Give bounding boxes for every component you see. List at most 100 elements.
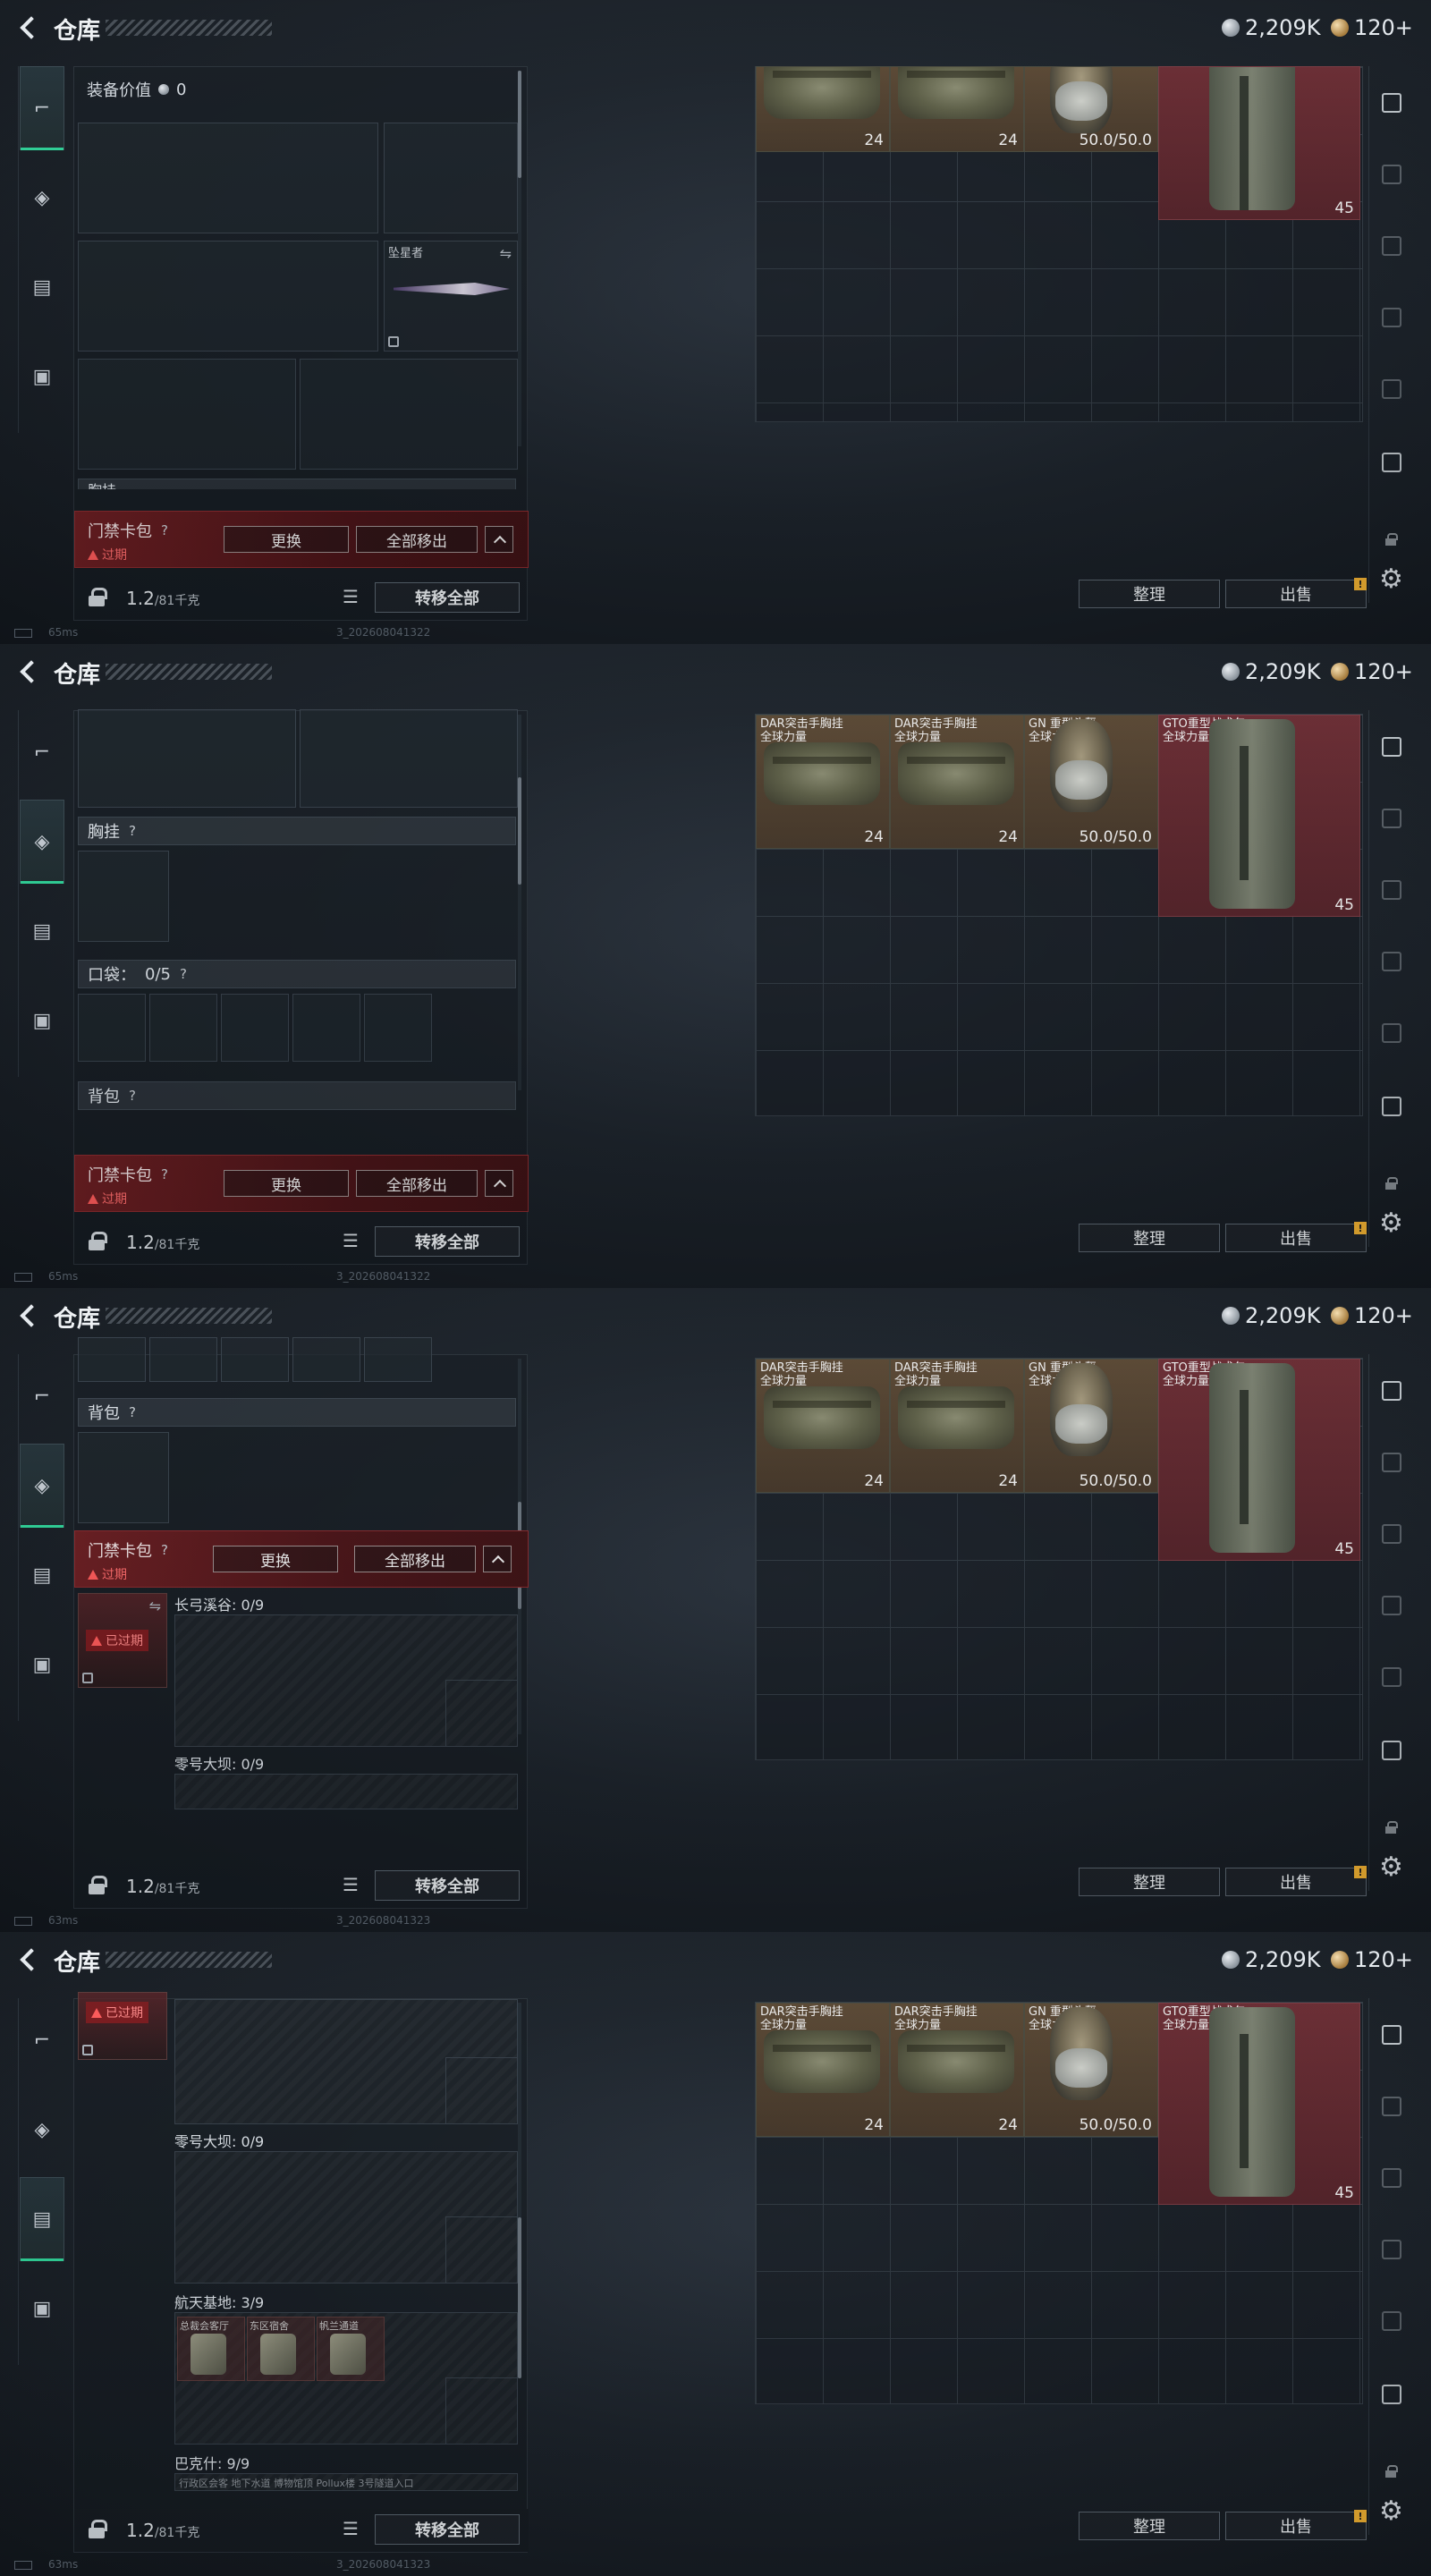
stash-item-helmet[interactable]: GN 重型头盔全球力量 50.0/50.0 — [1024, 2003, 1158, 2137]
silver-currency[interactable]: 2,209K — [1222, 1301, 1320, 1331]
stash-grid[interactable]: DAR突击手胸挂全球力量 24 DAR突击手胸挂全球力量 24 GN 重型头盔全… — [755, 2002, 1363, 2404]
padlock-icon[interactable] — [89, 2520, 107, 2538]
stash-item-backpack[interactable]: GTO重型战术包 全球力量 45 — [1158, 2003, 1360, 2205]
remove-all-button[interactable]: 全部移出 — [354, 1546, 476, 1572]
tab-keycards[interactable]: ▤ — [20, 2177, 64, 2261]
pocket-slot[interactable] — [364, 994, 432, 1062]
loadout-scrollbar[interactable] — [518, 2003, 521, 2378]
help-icon[interactable]: ? — [129, 1088, 136, 1104]
keycard-container[interactable] — [174, 1774, 518, 1809]
keycard-container[interactable]: 行政区会客 地下水道 博物馆顶 Pollux楼 3号隧道入口 — [174, 2473, 518, 2491]
tab-weapons[interactable]: ⌐ — [20, 66, 64, 150]
stash-item-chest-rig[interactable]: DAR突击手胸挂 全球力量 24 — [756, 2003, 890, 2137]
container-corner-slot[interactable] — [445, 2216, 517, 2283]
stash-page-icon[interactable] — [1376, 2020, 1407, 2050]
tab-keycards[interactable]: ▤ — [20, 245, 64, 329]
container-corner-slot[interactable] — [445, 1680, 517, 1746]
keycard-item[interactable]: 帆兰通道 — [317, 2317, 385, 2381]
transfer-all-button[interactable]: 转移全部 — [375, 582, 520, 613]
stash-item-chest-rig[interactable]: DAR突击手胸挂 全球力量 24 — [890, 715, 1024, 849]
stash-page-icon[interactable] — [1376, 1447, 1407, 1478]
stash-page-icon[interactable] — [1376, 88, 1407, 118]
silver-currency[interactable]: 2,209K — [1222, 1945, 1320, 1975]
silver-currency[interactable]: 2,209K — [1222, 13, 1320, 43]
tab-keycards[interactable]: ▤ — [20, 1533, 64, 1617]
transfer-all-button[interactable]: 转移全部 — [375, 1226, 520, 1257]
replace-button[interactable]: 更换 — [213, 1546, 338, 1572]
pocket-slot[interactable] — [149, 994, 217, 1062]
keycard-item[interactable]: 总裁会客厅 — [177, 2317, 245, 2381]
help-icon[interactable]: ? — [161, 1542, 168, 1558]
gold-currency[interactable]: 120+ — [1331, 13, 1413, 43]
padlock-icon[interactable] — [89, 1876, 107, 1894]
keycard-container[interactable] — [174, 2151, 518, 2284]
replace-button[interactable]: 更换 — [224, 1170, 349, 1197]
container-corner-slot[interactable] — [445, 2057, 517, 2123]
tab-weapons[interactable]: ⌐ — [20, 1354, 64, 1438]
armor-slot[interactable] — [300, 709, 518, 808]
stash-page-icon[interactable] — [1376, 374, 1407, 404]
stash-page-icon[interactable] — [1376, 946, 1407, 977]
stash-item-chest-rig[interactable]: 24 — [756, 66, 890, 152]
sell-button[interactable]: 出售 — [1225, 2512, 1367, 2540]
stash-page-icon[interactable] — [1376, 231, 1407, 261]
gold-currency[interactable]: 120+ — [1331, 657, 1413, 687]
stash-page-icon[interactable] — [1376, 1018, 1407, 1048]
loadout-scrollbar[interactable] — [518, 715, 521, 1090]
pocket-slot[interactable] — [221, 994, 289, 1062]
stash-item-helmet[interactable]: GN 重型头盔全球力量 50.0/50.0 — [1024, 1359, 1158, 1493]
armor-slot[interactable] — [300, 359, 518, 470]
keycard-case[interactable]: 已过期 — [78, 1992, 167, 2060]
tab-cases[interactable]: ▣ — [20, 2267, 64, 2351]
stash-page-icon[interactable] — [1376, 2163, 1407, 2193]
sell-button[interactable]: 出售 — [1225, 580, 1367, 608]
tab-cases[interactable]: ▣ — [20, 1623, 64, 1707]
keycard-item[interactable]: 东区宿舍 — [247, 2317, 315, 2381]
stash-item-chest-rig[interactable]: 24 — [890, 66, 1024, 152]
tab-weapons[interactable]: ⌐ — [20, 710, 64, 794]
sell-button[interactable]: 出售 — [1225, 1868, 1367, 1896]
silver-currency[interactable]: 2,209K — [1222, 657, 1320, 687]
scroll-thumb[interactable] — [518, 777, 521, 885]
helmet-slot[interactable] — [78, 709, 296, 808]
back-button[interactable] — [13, 1301, 45, 1333]
melee-slot[interactable]: 坠星者 ⇋ — [384, 241, 518, 352]
list-icon[interactable] — [339, 586, 364, 611]
pocket-slot[interactable] — [292, 1337, 360, 1382]
stash-page-icon[interactable] — [1376, 803, 1407, 834]
stash-item-chest-rig[interactable]: DAR突击手胸挂 全球力量 24 — [756, 1359, 890, 1493]
stash-page-icon[interactable] — [1376, 447, 1407, 478]
help-icon[interactable]: ? — [129, 823, 136, 839]
collapse-button[interactable] — [483, 1546, 512, 1572]
stash-page-icon[interactable] — [1376, 2379, 1407, 2410]
pocket-slot[interactable] — [364, 1337, 432, 1382]
collapse-button[interactable] — [485, 1170, 513, 1197]
pocket-slot[interactable] — [221, 1337, 289, 1382]
stash-page-icon[interactable] — [1376, 1091, 1407, 1122]
stash-item-chest-rig[interactable]: DAR突击手胸挂 全球力量 24 — [890, 2003, 1024, 2137]
list-icon[interactable] — [339, 1874, 364, 1899]
padlock-icon[interactable] — [89, 588, 107, 606]
swap-icon[interactable]: ⇋ — [500, 245, 512, 262]
scroll-thumb[interactable] — [518, 2217, 521, 2378]
stash-grid[interactable]: 24 24 50.0/50.0 45 — [755, 66, 1363, 422]
stash-page-icon[interactable] — [1376, 1519, 1407, 1549]
stash-grid[interactable]: DAR突击手胸挂全球力量 24 DAR突击手胸挂全球力量 24 GN 重型头盔全… — [755, 714, 1363, 1116]
pocket-slot[interactable] — [78, 994, 146, 1062]
back-button[interactable] — [13, 13, 45, 45]
keycard-container[interactable]: 总裁会客厅 东区宿舍 帆兰通道 — [174, 2312, 518, 2445]
list-icon[interactable] — [339, 2518, 364, 2543]
help-icon[interactable]: ? — [180, 966, 187, 982]
sell-button[interactable]: 出售 — [1225, 1224, 1367, 1252]
help-icon[interactable]: ? — [161, 1166, 168, 1182]
help-icon[interactable]: ? — [161, 522, 168, 538]
sidearm-slot[interactable] — [384, 123, 518, 233]
keycard-container[interactable] — [174, 1614, 518, 1747]
stash-item-backpack[interactable]: GTO重型战术包 全球力量 45 — [1158, 715, 1360, 917]
stash-item-chest-rig[interactable]: DAR突击手胸挂 全球力量 24 — [756, 715, 890, 849]
list-icon[interactable] — [339, 1230, 364, 1255]
stash-page-icon[interactable] — [1376, 732, 1407, 762]
primary-weapon-slot[interactable] — [78, 123, 378, 233]
transfer-all-button[interactable]: 转移全部 — [375, 1870, 520, 1901]
sort-button[interactable]: 整理 — [1079, 1868, 1220, 1896]
